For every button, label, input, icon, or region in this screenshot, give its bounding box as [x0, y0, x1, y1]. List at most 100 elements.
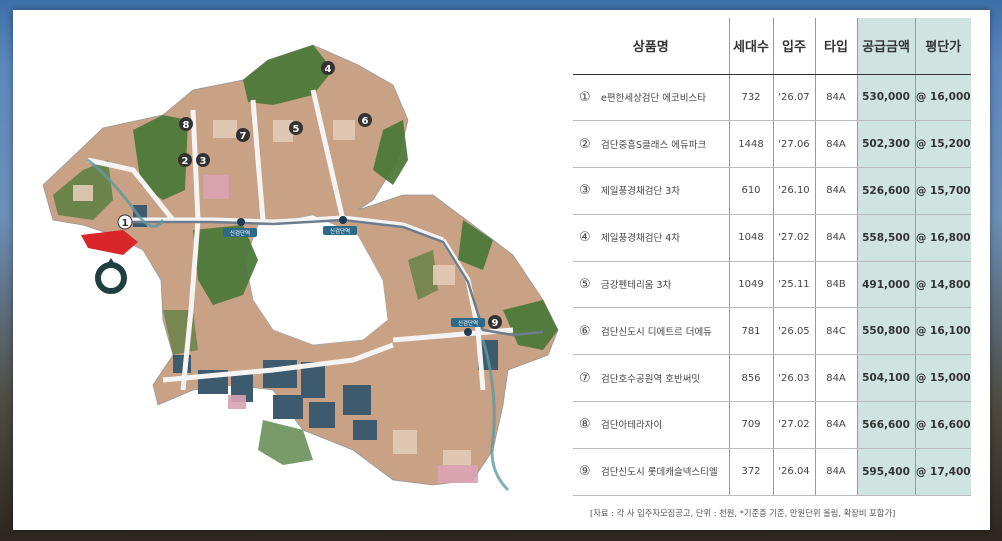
row-number: ⑤ [579, 277, 591, 293]
map-marker-6[interactable]: 6 [358, 113, 372, 127]
map-marker-4[interactable]: 4 [321, 61, 335, 75]
row-units: 1049 [728, 261, 773, 309]
marker-label: 4 [325, 64, 332, 75]
table-row: ④ 제일풍경채검단 4차 1048'27.02 84A 558,500 @ 16,800 [573, 214, 971, 262]
header-name: 상품명 [573, 18, 729, 75]
marker-label: 2 [182, 156, 189, 167]
supply-table: 상품명 세대수 입주 타입 공급금액 평단가 ① e편한세상검단 에코비스타 732… [573, 18, 971, 496]
table-row: ② 검단중흥S클래스 에듀파크 1448'27.06 84A 502,300 @ 15,2… [573, 120, 971, 169]
row-price: 550,800 [856, 307, 915, 356]
table-row: ⑤ 금강펜테리움 3차 1049'25.11 84B 491,000 @ 14,800 [573, 261, 971, 309]
row-per-pyeong: @ 16,600 [914, 401, 971, 449]
row-number: ⑨ [579, 464, 591, 480]
row-number: ⑥ [579, 323, 591, 339]
table-row: ⑧ 검단아테라자이 709'27.02 84A 566,600 @ 16,600 [573, 401, 971, 449]
row-type: 84A [814, 354, 857, 403]
row-move-in: '26.07 [772, 74, 815, 122]
row-type: 84A [814, 120, 857, 169]
station-label-text: 신검단역 [330, 227, 350, 235]
main-frame: 신검단역 신검단역 신검단역 1 2 3 4 5 6 7 8 9 상품명 세대수… [13, 10, 990, 530]
row-type: 84A [814, 214, 857, 262]
row-type: 84C [814, 307, 857, 356]
row-per-pyeong: @ 15,200 [914, 120, 971, 169]
map-marker-7[interactable]: 7 [236, 128, 250, 142]
station-label-text: 신검단역 [458, 319, 478, 327]
row-move-in: '26.05 [772, 307, 815, 356]
row-type: 84B [814, 261, 857, 309]
row-move-in: '27.06 [772, 120, 815, 169]
row-units: 610 [728, 167, 773, 215]
header-move-in: 입주 [772, 18, 815, 75]
header-units: 세대수 [728, 18, 773, 75]
row-number: ① [579, 89, 591, 105]
table-row: ① e편한세상검단 에코비스타 732'26.07 84A 530,000 @ 16,00… [573, 74, 971, 122]
row-per-pyeong: @ 14,800 [914, 261, 971, 309]
marker-label: 5 [293, 124, 300, 135]
row-price: 566,600 [856, 401, 915, 449]
row-type: 84A [814, 448, 857, 496]
marker-label: 8 [183, 120, 190, 131]
marker-label: 7 [240, 131, 247, 142]
row-price: 504,100 [856, 354, 915, 403]
row-number: ⑦ [579, 370, 591, 386]
row-units: 1048 [728, 214, 773, 262]
map-marker-3[interactable]: 3 [196, 153, 210, 167]
row-name: ② 검단중흥S클래스 에듀파크 [573, 120, 729, 169]
map-marker-9[interactable]: 9 [488, 315, 502, 329]
marker-label: 6 [362, 116, 369, 127]
row-name: ① e편한세상검단 에코비스타 [573, 74, 729, 122]
row-name-text: 검단중흥S클래스 에듀파크 [601, 139, 707, 151]
row-name-text: 검단호수공원역 호반써밋 [601, 373, 701, 385]
row-number: ⑧ [579, 417, 591, 433]
marker-label: 1 [122, 218, 129, 229]
row-name-text: 검단아테라자이 [601, 420, 663, 432]
table-row: ⑨ 검단신도시 롯데캐슬넥스티엘 372'26.04 84A 595,400 @ 17,4… [573, 448, 971, 496]
row-number: ② [579, 136, 591, 152]
map-marker-2[interactable]: 2 [178, 153, 192, 167]
site-map: 신검단역 신검단역 신검단역 1 2 3 4 5 6 7 8 9 [13, 10, 573, 530]
source-footnote: [자료 : 각 사 입주자모집공고, 단위 : 천원, *기준층 기준, 만원단… [590, 508, 896, 518]
row-type: 84A [814, 401, 857, 449]
row-name: ④ 제일풍경채검단 4차 [573, 214, 729, 262]
row-per-pyeong: @ 16,800 [914, 214, 971, 262]
row-name-text: 제일풍경채검단 4차 [601, 233, 680, 245]
row-move-in: '27.02 [772, 214, 815, 262]
map-marker-5[interactable]: 5 [289, 121, 303, 135]
header-price: 공급금액 [856, 18, 915, 75]
row-move-in: '25.11 [772, 261, 815, 309]
row-name-text: e편한세상검단 에코비스타 [601, 92, 707, 104]
row-name: ③ 제일풍경채검단 3차 [573, 167, 729, 215]
row-number: ③ [579, 183, 591, 199]
row-name-text: 제일풍경채검단 3차 [601, 186, 680, 198]
row-price: 526,600 [856, 167, 915, 215]
row-per-pyeong: @ 16,000 [914, 74, 971, 122]
row-name: ⑦ 검단호수공원역 호반써밋 [573, 354, 729, 403]
map-marker-1[interactable]: 1 [117, 214, 133, 230]
row-name-text: 검단신도시 디에트르 더에듀 [601, 326, 712, 338]
table-row: ⑥ 검단신도시 디에트르 더에듀 781'26.05 84C 550,800 @ 16,1… [573, 307, 971, 356]
row-units: 732 [728, 74, 773, 122]
map-marker-8[interactable]: 8 [179, 117, 193, 131]
row-move-in: '26.10 [772, 167, 815, 215]
row-name-text: 검단신도시 롯데캐슬넥스티엘 [601, 467, 718, 479]
row-units: 709 [728, 401, 773, 449]
row-name: ⑥ 검단신도시 디에트르 더에듀 [573, 307, 729, 356]
row-price: 491,000 [856, 261, 915, 309]
row-units: 372 [728, 448, 773, 496]
row-type: 84A [814, 167, 857, 215]
row-per-pyeong: @ 16,100 [914, 307, 971, 356]
station-label-text: 신검단역 [230, 229, 250, 237]
row-name: ⑧ 검단아테라자이 [573, 401, 729, 449]
row-per-pyeong: @ 15,000 [914, 354, 971, 403]
row-per-pyeong: @ 15,700 [914, 167, 971, 215]
row-price: 595,400 [856, 448, 915, 496]
map-graphic: 신검단역 신검단역 신검단역 1 2 3 4 5 6 7 8 9 [42, 44, 559, 492]
row-number: ④ [579, 230, 591, 246]
location-pin-icon[interactable] [95, 258, 127, 294]
row-units: 1448 [728, 120, 773, 169]
table-row: ⑦ 검단호수공원역 호반써밋 856'26.03 84A 504,100 @ 15,000 [573, 354, 971, 403]
row-units: 856 [728, 354, 773, 403]
table-header-row: 상품명 세대수 입주 타입 공급금액 평단가 [573, 18, 971, 75]
table-row: ③ 제일풍경채검단 3차 610'26.10 84A 526,600 @ 15,700 [573, 167, 971, 215]
row-name-text: 금강펜테리움 3차 [601, 280, 672, 292]
